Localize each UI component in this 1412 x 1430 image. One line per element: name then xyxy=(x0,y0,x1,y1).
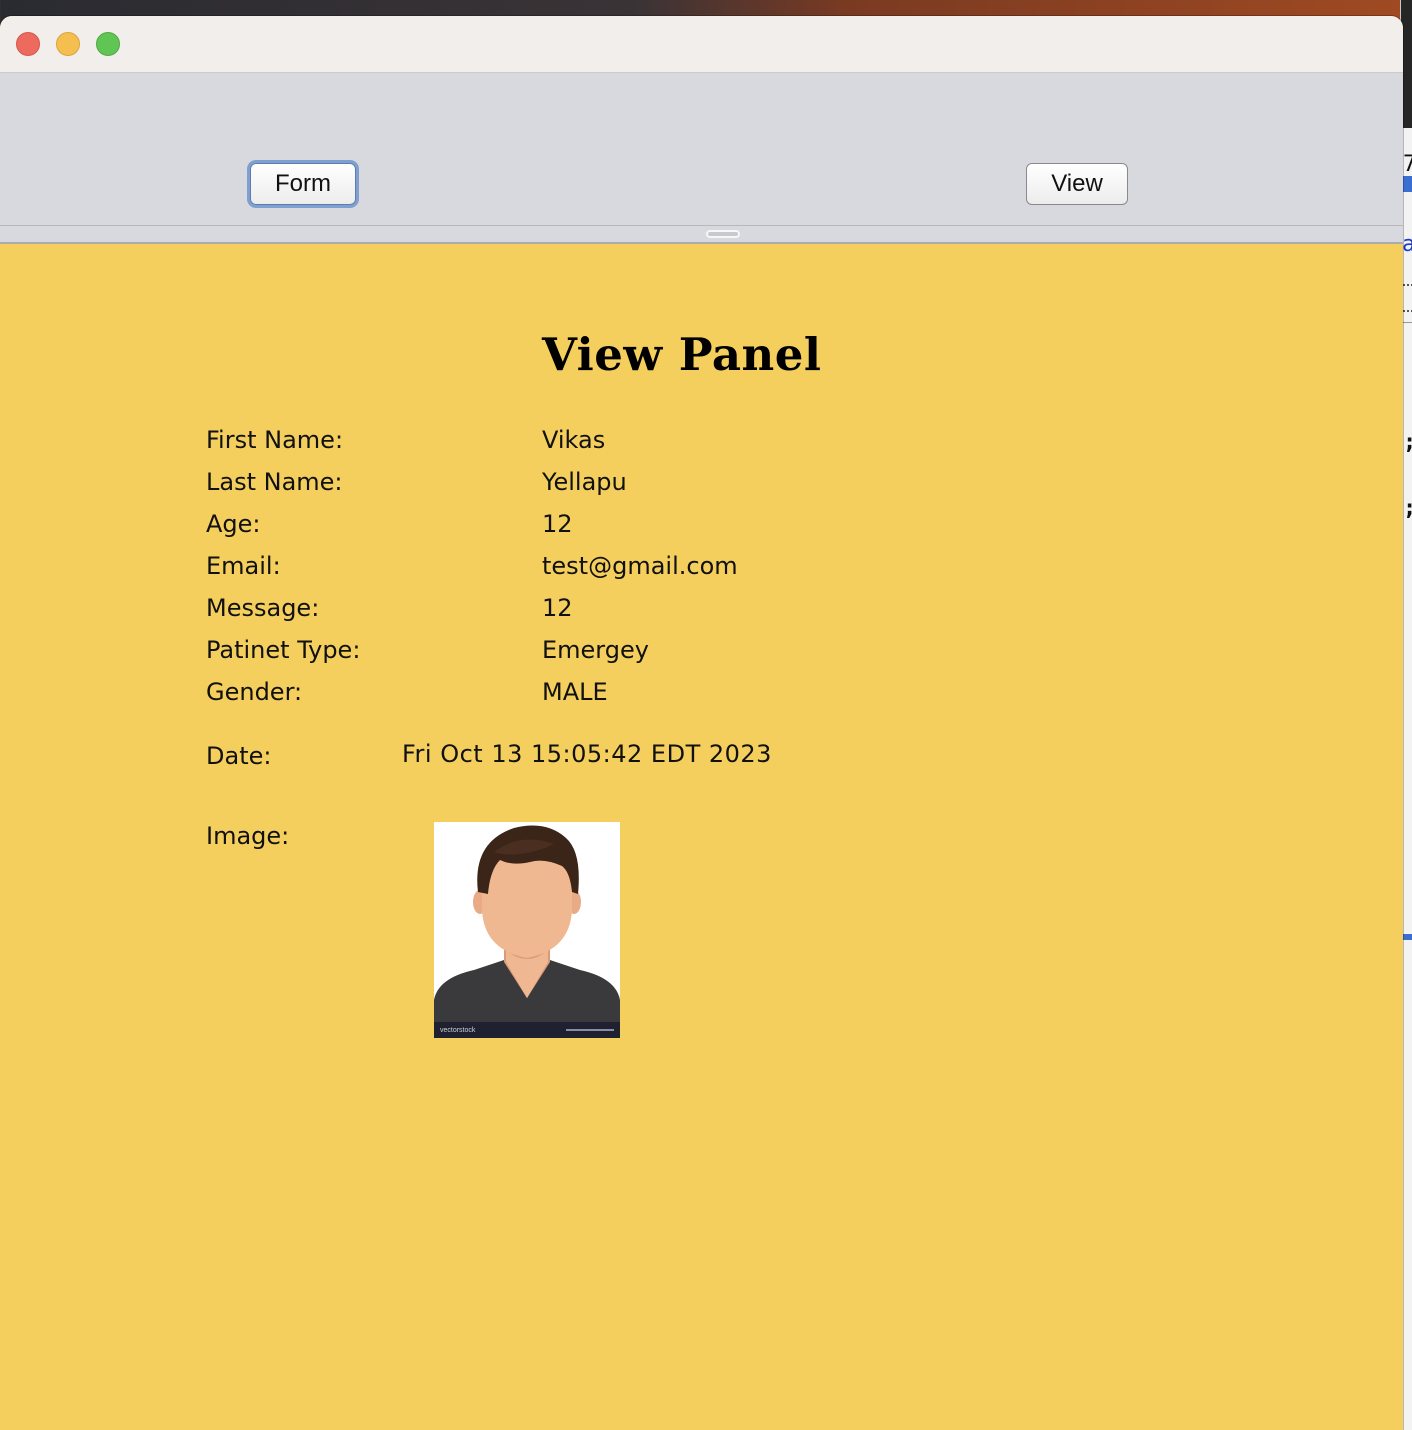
page-title: View Panel xyxy=(542,328,822,381)
background-char: ; xyxy=(1403,496,1412,521)
background-scroll-marker xyxy=(1402,934,1412,940)
person-avatar-icon: vectorstock xyxy=(434,822,620,1038)
background-char: a xyxy=(1402,232,1412,257)
view-button[interactable]: View xyxy=(1026,163,1128,205)
background-blue-marker xyxy=(1403,176,1412,192)
background-dotted-line xyxy=(1403,284,1412,286)
first-name-label: First Name: xyxy=(206,426,344,454)
background-char: 7 xyxy=(1403,152,1412,177)
age-value: 12 xyxy=(542,510,573,538)
patient-type-label: Patinet Type: xyxy=(206,636,361,664)
background-char: ; xyxy=(1403,430,1412,455)
gender-label: Gender: xyxy=(206,678,303,706)
minimize-window-button[interactable] xyxy=(56,32,80,56)
date-value: Fri Oct 13 15:05:42 EDT 2023 xyxy=(402,740,772,768)
gender-value: MALE xyxy=(542,678,608,706)
maximize-window-button[interactable] xyxy=(96,32,120,56)
background-dotted-line xyxy=(1403,310,1412,312)
view-panel: View Panel First Name: Vikas Last Name: … xyxy=(0,244,1403,1430)
email-label: Email: xyxy=(206,552,281,580)
app-window: Form View View Panel First Name: Vikas L… xyxy=(0,16,1403,1430)
message-value: 12 xyxy=(542,594,573,622)
age-label: Age: xyxy=(206,510,261,538)
split-pane-divider[interactable] xyxy=(0,226,1403,244)
patient-type-value: Emergey xyxy=(542,636,649,664)
first-name-value: Vikas xyxy=(542,426,606,454)
title-bar xyxy=(0,16,1403,73)
close-window-button[interactable] xyxy=(16,32,40,56)
email-value: test@gmail.com xyxy=(542,552,738,580)
last-name-value: Yellapu xyxy=(542,468,627,496)
date-label: Date: xyxy=(206,742,272,770)
image-label: Image: xyxy=(206,822,290,850)
message-label: Message: xyxy=(206,594,320,622)
last-name-label: Last Name: xyxy=(206,468,343,496)
toolbar: Form View xyxy=(0,73,1403,226)
divider-grip-handle[interactable] xyxy=(706,230,740,238)
form-button[interactable]: Form xyxy=(250,163,356,205)
svg-text:vectorstock: vectorstock xyxy=(440,1027,476,1034)
